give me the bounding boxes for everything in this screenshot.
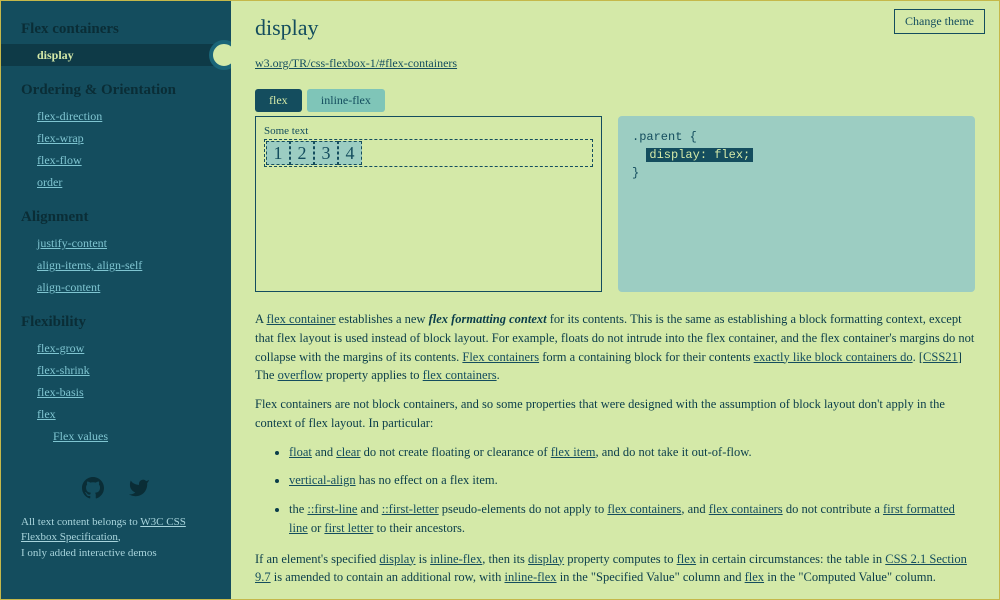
sidebar-item-label: align-content (37, 280, 100, 294)
link-flex[interactable]: flex (677, 552, 696, 566)
sidebar-item-label: flex-flow (37, 153, 82, 167)
link-vertical-align[interactable]: vertical-align (289, 473, 356, 487)
demo-item: 2 (290, 141, 314, 165)
list-item: float and clear do not create floating o… (289, 443, 975, 462)
demo-item: 1 (266, 141, 290, 165)
code-line: } (632, 164, 961, 182)
sidebar-item-justify-content[interactable]: justify-content (1, 232, 231, 254)
sidebar-item-label: flex-grow (37, 341, 84, 355)
sidebar-item-flex-direction[interactable]: flex-direction (1, 105, 231, 127)
sidebar-item-label: Flex values (53, 429, 108, 443)
link-display[interactable]: display (379, 552, 415, 566)
credits-text: I only added interactive demos (21, 547, 157, 559)
demo-preview: Some text 1 2 3 4 (255, 116, 602, 292)
link-first-letter[interactable]: first letter (324, 521, 373, 535)
link-flex-containers[interactable]: flex containers (423, 368, 497, 382)
term: flex formatting context (429, 312, 547, 326)
social-links (1, 459, 231, 515)
sidebar-item-label: flex-shrink (37, 363, 90, 377)
sidebar-item-label: display (37, 48, 74, 62)
github-icon[interactable] (82, 477, 104, 505)
sidebar-item-flex-basis[interactable]: flex-basis (1, 381, 231, 403)
sidebar-item-flex-grow[interactable]: flex-grow (1, 337, 231, 359)
sidebar-item-display[interactable]: display (1, 44, 231, 66)
link-block-containers[interactable]: exactly like block containers do (754, 350, 913, 364)
link-css21[interactable]: CSS21 (923, 350, 958, 364)
value-tabs: flex inline-flex (255, 89, 975, 112)
twitter-icon[interactable] (128, 477, 150, 505)
link-first-letter[interactable]: ::first-letter (382, 502, 439, 516)
demo-panels: Some text 1 2 3 4 .parent { display: fle… (255, 116, 975, 292)
sidebar-item-label: flex-direction (37, 109, 102, 123)
page-title: display (255, 15, 975, 41)
section-list: flex-grow flex-shrink flex-basis flex Fl… (1, 337, 231, 459)
link-float[interactable]: float (289, 445, 312, 459)
sidebar-item-flex[interactable]: flex (1, 403, 231, 425)
spec-link[interactable]: w3.org/TR/css-flexbox-1/#flex-containers (255, 56, 457, 71)
tab-flex[interactable]: flex (255, 89, 302, 112)
sidebar-item-align-items[interactable]: align-items, align-self (1, 254, 231, 276)
sidebar-item-flex-values[interactable]: Flex values (1, 425, 231, 447)
demo-flex-container: 1 2 3 4 (264, 139, 593, 167)
sidebar-item-label: flex-wrap (37, 131, 84, 145)
credits-text: , (118, 531, 121, 543)
link-flex-item[interactable]: flex item (551, 445, 596, 459)
credits: All text content belongs to W3C CSS Flex… (1, 515, 231, 571)
description: A flex container establishes a new flex … (255, 310, 975, 599)
link-display[interactable]: display (528, 552, 564, 566)
link-inline-flex[interactable]: inline-flex (504, 570, 556, 584)
change-theme-button[interactable]: Change theme (894, 9, 985, 34)
applies-to: Applies to: all elements. (255, 597, 975, 599)
sidebar-item-order[interactable]: order (1, 171, 231, 193)
sidebar-item-label: order (37, 175, 62, 189)
link-flex-containers[interactable]: Flex containers (462, 350, 539, 364)
link-overflow[interactable]: overflow (278, 368, 323, 382)
list-item: the ::first-line and ::first-letter pseu… (289, 500, 975, 538)
link-flex[interactable]: flex (745, 570, 764, 584)
main-content: Change theme display w3.org/TR/css-flexb… (231, 1, 999, 599)
section-heading: Flexibility (1, 310, 231, 337)
code-line: display: flex; (632, 146, 961, 164)
sidebar-item-label: flex-basis (37, 385, 84, 399)
tab-inline-flex[interactable]: inline-flex (307, 89, 385, 112)
link-clear[interactable]: clear (336, 445, 360, 459)
section-heading: Ordering & Orientation (1, 78, 231, 105)
link-flex-containers[interactable]: flex containers (709, 502, 783, 516)
link-flex-container[interactable]: flex container (266, 312, 335, 326)
code-highlight: display: flex; (646, 148, 753, 162)
sidebar-item-flex-shrink[interactable]: flex-shrink (1, 359, 231, 381)
demo-item: 4 (338, 141, 362, 165)
code-line: .parent { (632, 128, 961, 146)
link-first-line[interactable]: ::first-line (307, 502, 357, 516)
list-item: vertical-align has no effect on a flex i… (289, 471, 975, 490)
section-list: display (1, 44, 231, 78)
paragraph: Flex containers are not block containers… (255, 395, 975, 433)
app-root: Flex containers display Ordering & Orien… (0, 0, 1000, 600)
demo-item: 3 (314, 141, 338, 165)
sidebar-item-label: justify-content (37, 236, 107, 250)
sidebar-item-label: align-items, align-self (37, 258, 142, 272)
sidebar-item-flex-wrap[interactable]: flex-wrap (1, 127, 231, 149)
sidebar-item-align-content[interactable]: align-content (1, 276, 231, 298)
section-list: flex-direction flex-wrap flex-flow order (1, 105, 231, 205)
sidebar: Flex containers display Ordering & Orien… (1, 1, 231, 599)
section-heading: Flex containers (1, 17, 231, 44)
sidebar-item-flex-flow[interactable]: flex-flow (1, 149, 231, 171)
exception-list: float and clear do not create floating o… (255, 443, 975, 538)
link-flex-containers[interactable]: flex containers (607, 502, 681, 516)
section-heading: Alignment (1, 205, 231, 232)
credits-text: All text content belongs to (21, 516, 140, 528)
paragraph: If an element's specified display is inl… (255, 550, 975, 588)
link-inline-flex[interactable]: inline-flex (430, 552, 482, 566)
demo-label: Some text (264, 125, 593, 137)
section-list: justify-content align-items, align-self … (1, 232, 231, 310)
paragraph: A flex container establishes a new flex … (255, 310, 975, 385)
code-panel: .parent { display: flex; } (618, 116, 975, 292)
sidebar-item-label: flex (37, 407, 56, 421)
